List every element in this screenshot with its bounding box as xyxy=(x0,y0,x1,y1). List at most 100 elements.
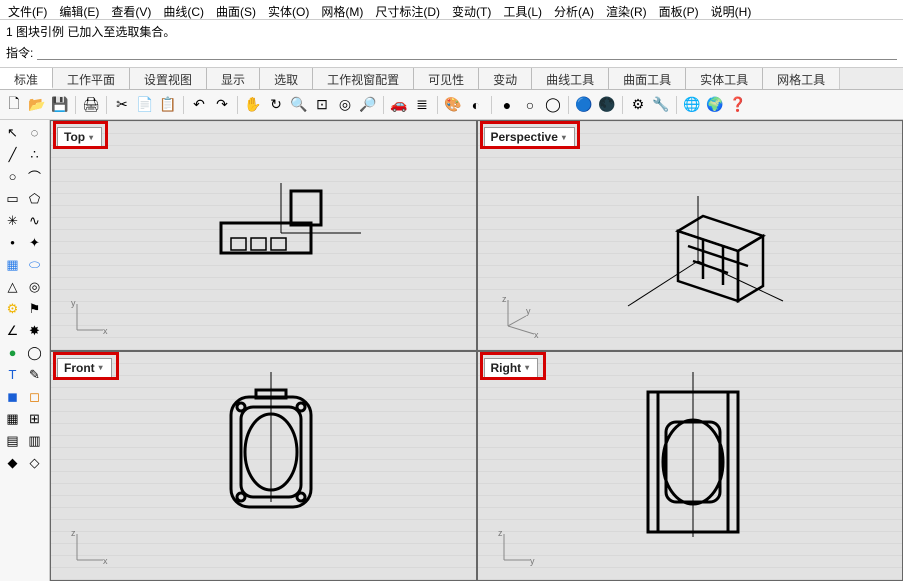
color-wheel-button[interactable]: 🎨 xyxy=(443,95,463,115)
menu-solid[interactable]: 实体(O) xyxy=(264,2,313,17)
menu-render[interactable]: 渲染(R) xyxy=(602,2,651,17)
copy-button[interactable]: 📄 xyxy=(135,95,155,115)
pts-tool[interactable]: ∴ xyxy=(24,144,45,165)
redo-button[interactable]: ↷ xyxy=(212,95,232,115)
menu-edit[interactable]: 编辑(E) xyxy=(55,2,103,17)
viewport-perspective[interactable]: Perspective ▾ xyxy=(477,120,903,351)
lasso-tool[interactable]: ◌ xyxy=(24,122,45,143)
menu-panel[interactable]: 面板(P) xyxy=(655,2,703,17)
curve-tool[interactable]: ∿ xyxy=(24,210,45,231)
axis-indicator: xzy xyxy=(496,296,542,340)
ball-g-tool[interactable]: ● xyxy=(2,342,23,363)
tab-standard[interactable]: 标准 xyxy=(0,68,53,89)
menu-view[interactable]: 查看(V) xyxy=(107,2,155,17)
ghost-button[interactable]: ○ xyxy=(520,95,540,115)
save-button[interactable]: 💾 xyxy=(50,95,70,115)
circle-tool[interactable]: ○ xyxy=(2,166,23,187)
tab-visibility[interactable]: 可见性 xyxy=(414,68,479,89)
viewport-label-top[interactable]: Top ▾ xyxy=(57,127,102,147)
menu-mesh[interactable]: 网格(M) xyxy=(317,2,367,17)
zoom-dyn-button[interactable]: 🔎 xyxy=(358,95,378,115)
box-tool[interactable]: ▦ xyxy=(2,254,23,275)
viewport-label-front[interactable]: Front ▾ xyxy=(57,358,112,378)
cube-b-tool[interactable]: ◼ xyxy=(2,386,23,407)
zoom-sel-button[interactable]: ◎ xyxy=(335,95,355,115)
render-button[interactable]: 🚗 xyxy=(389,95,409,115)
cube-o-tool[interactable]: ◻ xyxy=(24,386,45,407)
tab-surface-tools[interactable]: 曲面工具 xyxy=(609,68,686,89)
tab-select[interactable]: 选取 xyxy=(260,68,313,89)
sphere2-button[interactable]: 🌑 xyxy=(597,95,617,115)
gear-y-tool[interactable]: ⚙ xyxy=(2,298,23,319)
zoom-win-button[interactable]: 🔍 xyxy=(289,95,309,115)
sphere-button[interactable]: 🔵 xyxy=(574,95,594,115)
viewport-label-perspective[interactable]: Perspective ▾ xyxy=(484,127,575,147)
rotate-button[interactable]: ↻ xyxy=(266,95,286,115)
blk2-tool[interactable]: ▥ xyxy=(24,430,45,451)
new-button[interactable]: 🗋 xyxy=(4,95,24,115)
note-tool[interactable]: ✎ xyxy=(24,364,45,385)
help-button[interactable]: ❓ xyxy=(728,95,748,115)
menu-curve[interactable]: 曲线(C) xyxy=(159,2,208,17)
tab-solid-tools[interactable]: 实体工具 xyxy=(686,68,763,89)
layers-button[interactable]: ≣ xyxy=(412,95,432,115)
cone-tool[interactable]: △ xyxy=(2,276,23,297)
tab-setview[interactable]: 设置视图 xyxy=(130,68,207,89)
flag-tool[interactable]: ⚑ xyxy=(24,298,45,319)
viewport-front[interactable]: Front ▾ xz xyxy=(50,351,477,581)
tab-transform[interactable]: 变动 xyxy=(479,68,532,89)
gear-button[interactable]: ⚙ xyxy=(628,95,648,115)
command-input[interactable] xyxy=(37,46,897,60)
svg-text:x: x xyxy=(534,330,539,338)
tab-viewport-layout[interactable]: 工作视窗配置 xyxy=(313,68,414,89)
explode-tool[interactable]: ✦ xyxy=(24,232,45,253)
angle-tool[interactable]: ∠ xyxy=(2,320,23,341)
rect-tool[interactable]: ▭ xyxy=(2,188,23,209)
blk-tool[interactable]: ▤ xyxy=(2,430,23,451)
tab-display[interactable]: 显示 xyxy=(207,68,260,89)
tab-mesh-tools[interactable]: 网格工具 xyxy=(763,68,840,89)
globe2-button[interactable]: 🌍 xyxy=(705,95,725,115)
paste-button[interactable]: 📋 xyxy=(158,95,178,115)
menu-surface[interactable]: 曲面(S) xyxy=(212,2,260,17)
undo-button[interactable]: ↶ xyxy=(189,95,209,115)
grid2-tool[interactable]: ⊞ xyxy=(24,408,45,429)
burst-tool[interactable]: ✸ xyxy=(24,320,45,341)
pt-tool[interactable]: • xyxy=(2,232,23,253)
pan-button[interactable]: ✋ xyxy=(243,95,263,115)
tab-curve-tools[interactable]: 曲线工具 xyxy=(532,68,609,89)
zoom-ext-button[interactable]: ⊡ xyxy=(312,95,332,115)
viewport-label-right[interactable]: Right ▾ xyxy=(484,358,539,378)
torus-tool[interactable]: ◎ xyxy=(24,276,45,297)
shade-button[interactable]: ● xyxy=(497,95,517,115)
circ-tool[interactable]: ◯ xyxy=(24,342,45,363)
print-button[interactable]: 🖨 xyxy=(81,95,101,115)
history-line: 1 图块引例 已加入至选取集合。 xyxy=(6,24,897,40)
wire-button[interactable]: ◯ xyxy=(543,95,563,115)
tab-cplane[interactable]: 工作平面 xyxy=(53,68,130,89)
menu-file[interactable]: 文件(F) xyxy=(4,2,51,17)
globe1-button[interactable]: 🌐 xyxy=(682,95,702,115)
menu-tools[interactable]: 工具(L) xyxy=(499,2,546,17)
toolbar-tabs: 标准 工作平面 设置视图 显示 选取 工作视窗配置 可见性 变动 曲线工具 曲面… xyxy=(0,68,903,90)
menu-transform[interactable]: 变动(T) xyxy=(448,2,495,17)
misc2-tool[interactable]: ◇ xyxy=(24,452,45,473)
arc-tool[interactable]: ⌒ xyxy=(24,166,45,187)
arrow-tool[interactable]: ↖ xyxy=(2,122,23,143)
cyl-tool[interactable]: ⬭ xyxy=(24,254,45,275)
poly-tool[interactable]: ⬠ xyxy=(24,188,45,209)
menu-dimension[interactable]: 尺寸标注(D) xyxy=(371,2,444,17)
menu-analyze[interactable]: 分析(A) xyxy=(550,2,598,17)
menu-help[interactable]: 说明(H) xyxy=(707,2,756,17)
misc-tool[interactable]: ◆ xyxy=(2,452,23,473)
gear2-button[interactable]: 🔧 xyxy=(651,95,671,115)
cut-button[interactable]: ✂ xyxy=(112,95,132,115)
viewport-right[interactable]: Right ▾ yz xyxy=(477,351,903,581)
line-tool[interactable]: ╱ xyxy=(2,144,23,165)
grid-tool[interactable]: ▦ xyxy=(2,408,23,429)
display-mode-button[interactable]: ◐ xyxy=(466,95,486,115)
viewport-top[interactable]: Top ▾ xy xyxy=(50,120,477,351)
star-tool[interactable]: ✳ xyxy=(2,210,23,231)
open-button[interactable]: 📂 xyxy=(27,95,47,115)
text-tool[interactable]: T xyxy=(2,364,23,385)
